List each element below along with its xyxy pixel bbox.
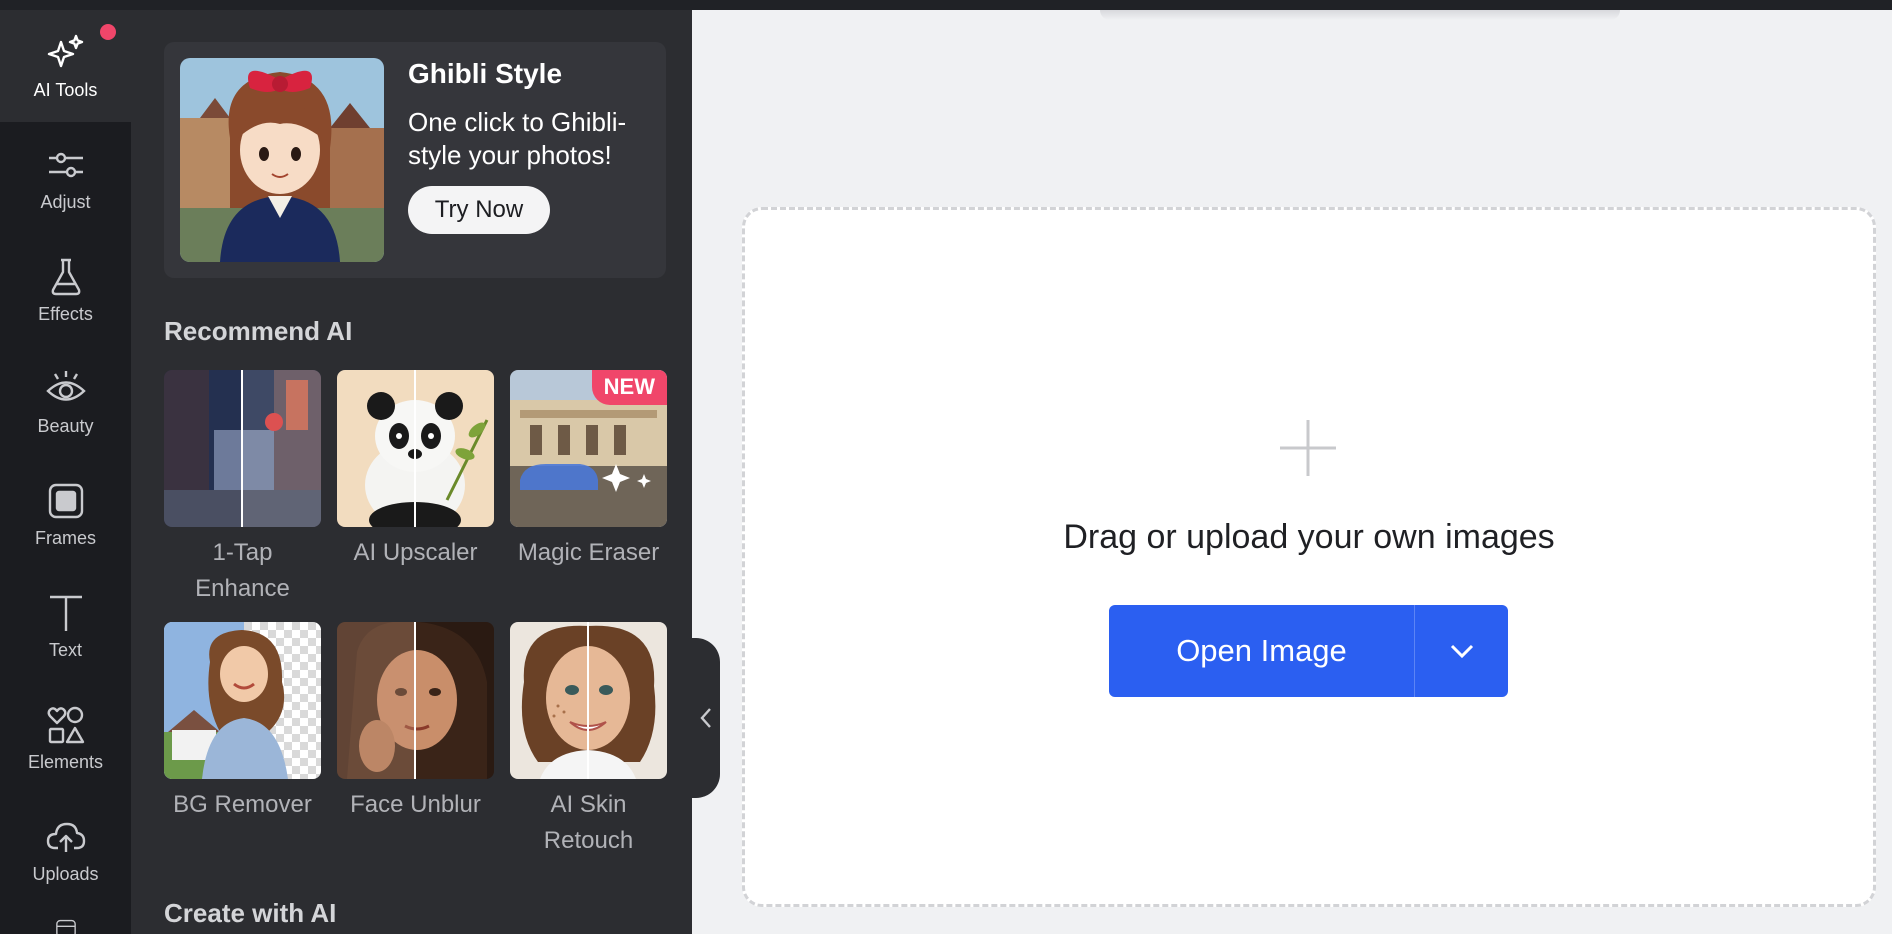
tool-thumbnail bbox=[164, 622, 321, 779]
rail-item-text[interactable]: Text bbox=[0, 570, 131, 682]
sliders-icon bbox=[48, 152, 83, 177]
tool-face-unblur[interactable]: Face Unblur bbox=[337, 622, 494, 823]
rail-item-frames[interactable]: Frames bbox=[0, 458, 131, 570]
rail-item-adjust[interactable]: Adjust bbox=[0, 122, 131, 234]
flask-icon bbox=[51, 258, 80, 295]
upload-dropzone[interactable] bbox=[742, 207, 1876, 907]
tool-bg-remover[interactable]: BG Remover bbox=[164, 622, 321, 823]
tool-magic-eraser[interactable]: NEW Magic Eraser bbox=[510, 370, 667, 571]
tool-thumbnail bbox=[510, 622, 667, 779]
tool-1-tap-enhance[interactable]: 1-Tap Enhance bbox=[164, 370, 321, 607]
top-bar bbox=[0, 0, 1892, 10]
more-icon bbox=[55, 919, 76, 934]
top-shadow bbox=[1100, 10, 1620, 20]
chevron-down-icon bbox=[1450, 644, 1473, 659]
create-with-ai-heading: Create with AI bbox=[164, 898, 337, 928]
rail-item-uploads[interactable]: Uploads bbox=[0, 794, 131, 906]
rail-item-label: Adjust bbox=[40, 191, 91, 212]
rail-item-label: Effects bbox=[38, 303, 93, 324]
tool-label: BG Remover bbox=[173, 791, 312, 818]
recommend-ai-heading: Recommend AI bbox=[164, 316, 353, 346]
rail-item-elements[interactable]: Elements bbox=[0, 682, 131, 794]
new-badge: NEW bbox=[591, 370, 667, 405]
rail-item-label: Text bbox=[48, 639, 82, 660]
frame-icon bbox=[48, 483, 83, 518]
promo-title: Ghibli Style bbox=[408, 58, 563, 89]
rail-item-label: Elements bbox=[27, 751, 104, 772]
notification-dot bbox=[100, 24, 116, 40]
tool-label: AI Upscaler bbox=[353, 539, 478, 566]
sparkle-icon bbox=[47, 34, 83, 67]
tool-label: 1-Tap Enhance bbox=[195, 539, 290, 602]
tool-thumbnail bbox=[337, 622, 494, 779]
open-image-button-group: Open Image bbox=[1109, 605, 1508, 697]
open-image-dropdown[interactable] bbox=[1415, 605, 1508, 697]
ghibli-promo-card[interactable]: Ghibli Style One click to Ghibli-style y… bbox=[164, 42, 666, 278]
tool-label: Face Unblur bbox=[350, 791, 481, 818]
tool-label: AI Skin Retouch bbox=[543, 791, 634, 854]
plus-icon bbox=[1278, 418, 1338, 478]
rail-item-beauty[interactable]: Beauty bbox=[0, 346, 131, 458]
shapes-icon bbox=[47, 706, 84, 743]
tool-ai-upscaler[interactable]: AI Upscaler bbox=[337, 370, 494, 571]
text-icon bbox=[49, 595, 82, 631]
rail-item-label: Beauty bbox=[37, 415, 94, 436]
tool-thumbnail: NEW bbox=[510, 370, 667, 527]
tool-thumbnail bbox=[164, 370, 321, 527]
rail-item-label: Uploads bbox=[32, 863, 99, 884]
collapse-panel-button[interactable] bbox=[692, 638, 720, 798]
promo-description: One click to Ghibli-style your photos! bbox=[408, 107, 627, 170]
try-now-button[interactable]: Try Now bbox=[408, 186, 550, 234]
ai-tools-panel: Ghibli Style One click to Ghibli-style y… bbox=[131, 10, 692, 934]
eye-icon bbox=[45, 370, 86, 401]
rail-item-label: Frames bbox=[34, 527, 96, 548]
open-image-button[interactable]: Open Image bbox=[1109, 605, 1415, 697]
rail-item-label: AI Tools bbox=[33, 79, 98, 100]
drop-instructions: Drag or upload your own images bbox=[1063, 518, 1555, 556]
rail-item-more[interactable] bbox=[0, 906, 131, 934]
ghibli-promo-image bbox=[180, 58, 384, 262]
cloud-upload-icon bbox=[46, 822, 85, 852]
rail-item-effects[interactable]: Effects bbox=[0, 234, 131, 346]
tool-label: Magic Eraser bbox=[517, 539, 660, 566]
chevron-left-icon bbox=[700, 708, 711, 728]
tool-thumbnail bbox=[337, 370, 494, 527]
tool-ai-skin-retouch[interactable]: AI Skin Retouch bbox=[510, 622, 667, 859]
rail-item-ai-tools[interactable]: AI Tools bbox=[0, 10, 131, 122]
tool-rail: AI Tools Adjust Effects Beauty Frames Te… bbox=[0, 10, 131, 934]
